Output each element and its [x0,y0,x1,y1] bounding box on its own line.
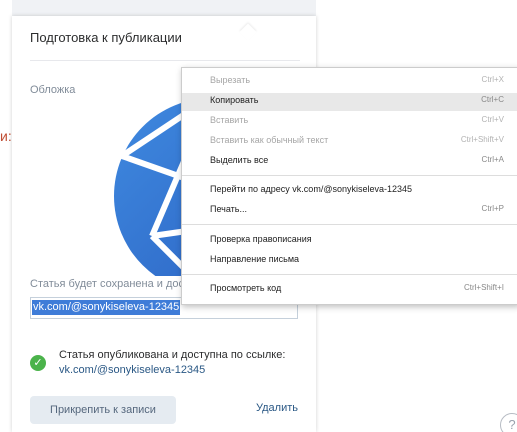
menu-item-inspect[interactable]: Просмотреть код Ctrl+Shift+I [182,281,517,299]
panel-title: Подготовка к публикации [30,30,182,45]
menu-item-writing-direction[interactable]: Направление письма [182,252,517,270]
menu-item-shortcut: Ctrl+A [481,155,504,164]
context-menu: Вырезать Ctrl+X Копировать Ctrl+C Встави… [181,67,517,305]
menu-item-cut[interactable]: Вырезать Ctrl+X [182,73,517,91]
attach-to-post-button[interactable]: Прикрепить к записи [30,396,176,424]
menu-item-select-all[interactable]: Выделить все Ctrl+A [182,153,517,171]
published-link[interactable]: vk.com/@sonykiseleva-12345 [59,364,205,376]
published-message: Статья опубликована и доступна по ссылке… [59,349,286,361]
menu-separator [182,224,517,225]
menu-item-print[interactable]: Печать... Ctrl+P [182,202,517,220]
menu-item-shortcut: Ctrl+X [481,75,504,84]
menu-item-spellcheck[interactable]: Проверка правописания [182,232,517,250]
menu-item-paste-plain[interactable]: Вставить как обычный текст Ctrl+Shift+V [182,133,517,151]
menu-item-label: Вставить как обычный текст [210,135,329,145]
menu-separator [182,175,517,176]
menu-item-label: Вырезать [210,75,251,85]
menu-item-label: Проверка правописания [210,234,312,244]
menu-item-shortcut: Ctrl+C [481,95,504,104]
cover-label: Обложка [30,84,76,96]
screen: и: ? Подготовка к публикации Обложка Ста… [0,0,517,432]
menu-item-label: Выделить все [210,155,269,165]
menu-item-shortcut: Ctrl+Shift+V [460,135,504,144]
menu-item-go-to-address[interactable]: Перейти по адресу vk.com/@sonykiseleva-1… [182,182,517,200]
delete-link[interactable]: Удалить [256,402,298,414]
page-background-left [0,0,12,432]
menu-item-shortcut: Ctrl+Shift+I [463,283,504,292]
help-icon[interactable]: ? [500,413,517,432]
menu-item-shortcut: Ctrl+V [481,115,504,124]
menu-item-paste[interactable]: Вставить Ctrl+V [182,113,517,131]
menu-item-label: Печать... [210,204,247,214]
menu-item-label: Копировать [210,95,259,105]
menu-item-label: Просмотреть код [210,283,282,293]
save-notice: Статья будет сохранена и дос [30,278,185,290]
menu-item-label: Направление письма [210,254,300,264]
background-text-fragment: и: [0,128,12,144]
menu-item-shortcut: Ctrl+P [481,204,504,213]
panel-pointer [239,23,257,41]
menu-item-label: Вставить [210,115,249,125]
menu-separator [182,274,517,275]
menu-item-label: Перейти по адресу vk.com/@sonykiseleva-1… [210,184,412,194]
menu-item-copy[interactable]: Копировать Ctrl+C [182,93,517,111]
check-icon: ✓ [30,355,46,371]
selected-link-text: vk.com/@sonykiseleva-12345 [32,300,181,315]
divider [30,60,300,61]
